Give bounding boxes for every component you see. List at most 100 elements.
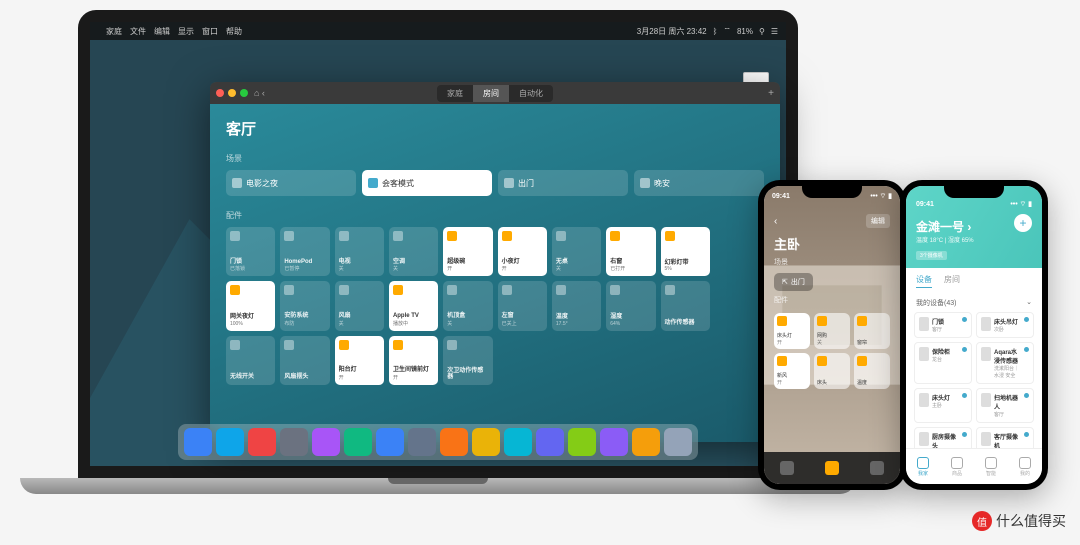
accessory-tile[interactable]: 机顶盒关 [443, 281, 492, 330]
dock-app-icon[interactable] [440, 428, 468, 456]
scene-tile[interactable]: 会客模式 [362, 170, 492, 196]
accessory-tile[interactable]: 卫生间镜前灯开 [389, 336, 438, 385]
accessory-tile[interactable]: 网购关 [814, 313, 850, 349]
menu-edit[interactable]: 编辑 [154, 26, 170, 37]
accessory-tile[interactable]: 温度17.5° [552, 281, 601, 330]
device-item[interactable]: Aqara水浸传感器洗漱阳台｜水浸 安全 [976, 342, 1034, 384]
accessory-tile[interactable]: 风扇摆头 [280, 336, 329, 385]
device-item[interactable]: 保险柜龙台 [914, 342, 972, 384]
accessory-tile[interactable]: 门锁已落锁 [226, 227, 275, 276]
accessory-tile[interactable]: 安防系统布防 [280, 281, 329, 330]
dock-app-icon[interactable] [408, 428, 436, 456]
accessory-tile[interactable]: 风扇关 [335, 281, 384, 330]
edit-button[interactable]: 编辑 [866, 214, 890, 228]
maximize-icon[interactable] [240, 89, 248, 97]
menu-file[interactable]: 文件 [130, 26, 146, 37]
dock-app-icon[interactable] [216, 428, 244, 456]
menu-window[interactable]: 窗口 [202, 26, 218, 37]
dock-app-icon[interactable] [344, 428, 372, 456]
accessory-tile[interactable]: 湿度64% [606, 281, 655, 330]
search-icon[interactable]: ⚲ [759, 27, 765, 36]
accessory-icon [339, 285, 349, 295]
control-center-icon[interactable]: ☰ [771, 27, 778, 36]
dock-app-icon[interactable] [376, 428, 404, 456]
device-item[interactable]: 门锁客厅 [914, 312, 972, 338]
accessory-tile[interactable]: 左窗已关上 [498, 281, 547, 330]
tab-automation-icon[interactable] [870, 461, 884, 475]
accessory-tile[interactable]: Apple TV播放中 [389, 281, 438, 330]
accessory-tile[interactable]: 动作传感器 [661, 281, 710, 330]
accessory-label: 配件 [774, 295, 890, 305]
tab-home[interactable]: 家庭 [437, 85, 473, 102]
accessory-icon [665, 285, 675, 295]
accessory-name: 网购 [817, 332, 847, 339]
accessory-tile[interactable]: 床头 [814, 353, 850, 389]
device-item[interactable]: 床头灯主卧 [914, 388, 972, 423]
scene-away[interactable]: ⇱出门 [774, 273, 813, 291]
menu-help[interactable]: 帮助 [226, 26, 242, 37]
accessory-tile[interactable]: HomePod已暂停 [280, 227, 329, 276]
room-title: 主卧 [774, 234, 890, 253]
status-dot [1024, 432, 1029, 437]
nav-me[interactable]: 我的 [1019, 457, 1031, 477]
accessory-tile[interactable]: 新风开 [774, 353, 810, 389]
home-icon[interactable]: ⌂ ‹ [254, 88, 265, 98]
menu-app[interactable]: 家庭 [106, 26, 122, 37]
dock-app-icon[interactable] [600, 428, 628, 456]
dock-app-icon[interactable] [536, 428, 564, 456]
accessory-tile[interactable]: 小夜灯开 [498, 227, 547, 276]
nav-smart[interactable]: 智能 [985, 457, 997, 477]
accessory-tile[interactable]: 无线开关 [226, 336, 275, 385]
dock-app-icon[interactable] [312, 428, 340, 456]
scene-tile[interactable]: 晚安 [634, 170, 764, 196]
device-name: 床头吊灯 [994, 317, 1021, 326]
accessory-tile[interactable]: 无桌关 [552, 227, 601, 276]
dock-app-icon[interactable] [472, 428, 500, 456]
accessory-tile[interactable]: 温度 [854, 353, 890, 389]
device-item[interactable]: 扫地机器人客厅 [976, 388, 1034, 423]
device-item[interactable]: 床头吊灯次卧 [976, 312, 1034, 338]
scene-tile[interactable]: 电影之夜 [226, 170, 356, 196]
accessory-tile[interactable]: 电视关 [335, 227, 384, 276]
tab-rooms[interactable]: 房间 [944, 274, 960, 288]
minimize-icon[interactable] [228, 89, 236, 97]
tab-automation[interactable]: 自动化 [509, 85, 553, 102]
menu-view[interactable]: 显示 [178, 26, 194, 37]
accessory-tile[interactable]: 次卫动作传感器 [443, 336, 492, 385]
dock-app-icon[interactable] [248, 428, 276, 456]
scene-tile[interactable]: 出门 [498, 170, 628, 196]
close-icon[interactable] [216, 89, 224, 97]
window-titlebar: ⌂ ‹ 家庭 房间 自动化 + [210, 82, 780, 104]
add-button[interactable]: + [1014, 214, 1032, 232]
wifi-icon[interactable]: ⌔ [723, 26, 731, 36]
accessory-name: 网关夜灯 [230, 314, 271, 321]
accessory-tile[interactable]: 右窗已打开 [606, 227, 655, 276]
accessory-name: 阳台灯 [339, 367, 380, 374]
accessory-tile[interactable]: 空调关 [389, 227, 438, 276]
accessory-tile[interactable]: 床头灯开 [774, 313, 810, 349]
device-name: 扫地机器人 [994, 393, 1021, 411]
dock-app-icon[interactable] [568, 428, 596, 456]
tab-devices[interactable]: 设备 [916, 274, 932, 288]
dock-app-icon[interactable] [504, 428, 532, 456]
accessory-tile[interactable]: 阳台灯开 [335, 336, 384, 385]
nav-shop[interactable]: 商品 [951, 457, 963, 477]
dock-app-icon[interactable] [184, 428, 212, 456]
dock-app-icon[interactable] [280, 428, 308, 456]
tab-rooms[interactable]: 房间 [473, 85, 509, 102]
add-button[interactable]: + [768, 88, 774, 99]
back-icon[interactable]: ‹ [774, 216, 777, 227]
accessory-tile[interactable]: 超级碗开 [443, 227, 492, 276]
dock-app-icon[interactable] [632, 428, 660, 456]
dock-app-icon[interactable] [664, 428, 692, 456]
camera-badge[interactable]: 3个摄像机 [916, 251, 947, 260]
accessory-status: 开 [339, 374, 380, 381]
tab-home-icon[interactable] [780, 461, 794, 475]
accessory-tile[interactable]: 窗帘 [854, 313, 890, 349]
tab-rooms-icon[interactable] [825, 461, 839, 475]
accessory-tile[interactable]: 网关夜灯100% [226, 281, 275, 330]
accessory-tile[interactable]: 幻彩灯带5% [661, 227, 710, 276]
bluetooth-icon[interactable]: ᛒ [713, 27, 718, 36]
chevron-down-icon[interactable]: ⌄ [1026, 298, 1032, 308]
nav-home[interactable]: 我家 [917, 457, 929, 477]
